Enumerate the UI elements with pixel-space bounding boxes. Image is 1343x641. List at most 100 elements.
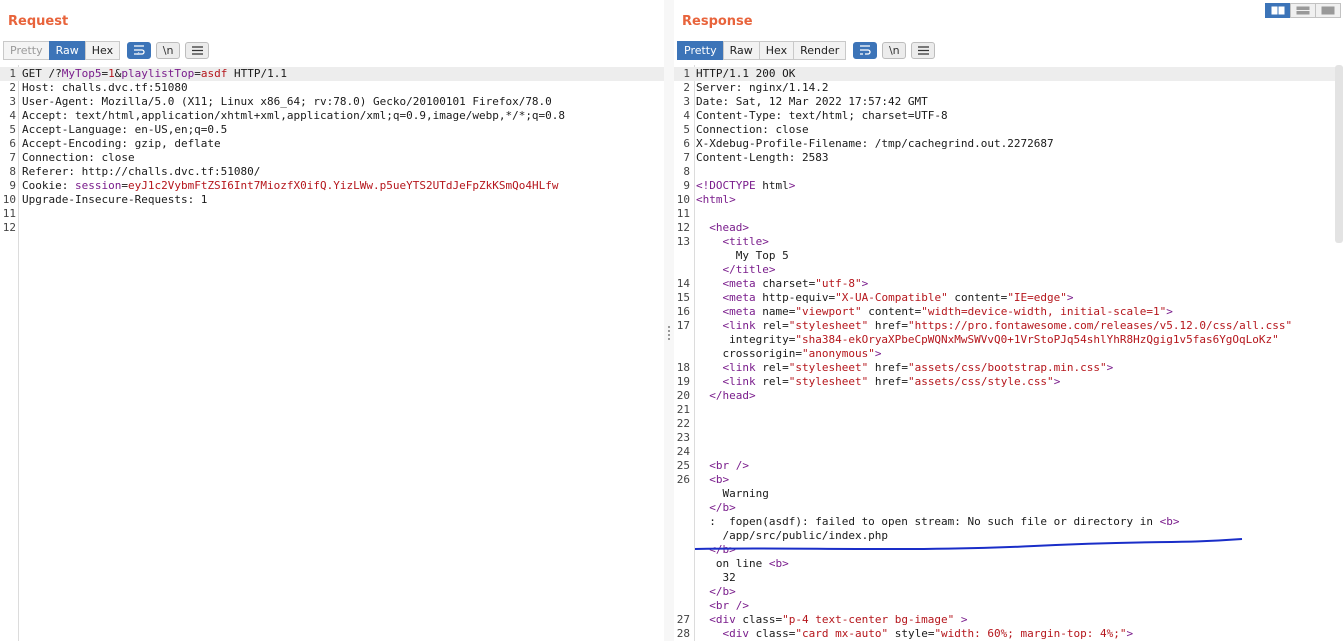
code-token: "p-4 text-center bg-image" xyxy=(782,613,955,626)
code-token: </b> xyxy=(709,543,736,556)
line-number: 13 xyxy=(676,235,690,248)
tabs-icon[interactable] xyxy=(1315,3,1341,18)
code-token: <br /> xyxy=(709,459,749,472)
code-token: html xyxy=(755,179,789,192)
code-token: href= xyxy=(868,361,908,374)
code-line: 9 <!DOCTYPE html> xyxy=(674,179,1343,193)
code-token: <!DOCTYPE xyxy=(696,179,756,192)
code-line: 15 <meta http-equiv="X-UA-Compatible" co… xyxy=(674,291,1343,305)
code-line: 22 xyxy=(674,417,1343,431)
code-token: /app/src/public/index.php xyxy=(696,529,889,542)
response-tab-render[interactable]: Render xyxy=(793,40,847,60)
code-line: 6 Accept-Encoding: gzip, deflate xyxy=(0,137,664,151)
line-number: 9 xyxy=(683,179,690,192)
code-line: 10 Upgrade-Insecure-Requests: 1 xyxy=(0,193,664,207)
code-token: Warning xyxy=(696,487,769,500)
code-token: http-equiv= xyxy=(755,291,836,304)
code-token: "utf-8" xyxy=(815,277,862,290)
newline-icon[interactable]: \n xyxy=(156,41,181,59)
request-editor[interactable]: 1 GET /?MyTop5=1&playlistTop=asdf HTTP/1.… xyxy=(0,65,664,641)
code-token: HTTP/1.1 200 OK xyxy=(696,67,796,80)
response-tab-pretty[interactable]: Pretty xyxy=(677,40,724,60)
code-token: <meta xyxy=(722,277,756,290)
pane-divider[interactable] xyxy=(664,0,674,641)
code-token: rel= xyxy=(755,319,789,332)
code-line: crossorigin="anonymous"> xyxy=(674,347,1343,361)
divider-grip-icon[interactable] xyxy=(668,326,670,342)
code-token: My Top 5 xyxy=(696,249,789,262)
line-number: 20 xyxy=(676,389,690,402)
code-line: 7 Connection: close xyxy=(0,151,664,165)
wrap-icon[interactable] xyxy=(853,41,878,59)
code-text: <!DOCTYPE html> xyxy=(696,179,795,193)
split-horizontal-icon[interactable] xyxy=(1265,3,1291,18)
code-text: Host: challs.dvc.tf:51080 xyxy=(22,81,188,95)
wrap-icon[interactable] xyxy=(127,41,152,59)
line-number: 19 xyxy=(676,375,690,388)
code-text: <meta charset="utf-8"> xyxy=(696,277,869,291)
line-number: 25 xyxy=(676,459,690,472)
code-line: </b> xyxy=(674,585,1343,599)
request-tab-raw[interactable]: Raw xyxy=(48,40,86,60)
code-token: > xyxy=(1166,305,1173,318)
code-text: <link rel="stylesheet" href="https://pro… xyxy=(696,319,1293,333)
response-scrollbar[interactable] xyxy=(1335,65,1343,243)
response-tab-raw[interactable]: Raw xyxy=(722,40,760,60)
code-token: : fopen(asdf): failed to open stream: No… xyxy=(696,515,1160,528)
line-number: 2 xyxy=(9,81,16,94)
code-text: Accept-Language: en-US,en;q=0.5 xyxy=(22,123,227,137)
code-line: 5 Connection: close xyxy=(674,123,1343,137)
code-token: eyJ1c2VybmFtZSI6Int7MiozfX0ifQ.YizLWw.p5… xyxy=(127,179,559,192)
code-text: User-Agent: Mozilla/5.0 (X11; Linux x86_… xyxy=(22,95,552,109)
menu-icon[interactable] xyxy=(185,41,210,59)
code-token: content= xyxy=(861,305,922,318)
code-token: Accept-Language: en-US,en;q=0.5 xyxy=(22,123,228,136)
request-tab-hex[interactable]: Hex xyxy=(84,40,121,60)
code-token: "stylesheet" xyxy=(788,319,869,332)
line-number: 3 xyxy=(683,95,690,108)
code-line: </title> xyxy=(674,263,1343,277)
code-token: <link xyxy=(722,319,756,332)
request-tab-pretty[interactable]: Pretty xyxy=(3,40,50,60)
newline-icon[interactable]: \n xyxy=(882,41,907,59)
code-token: > xyxy=(1066,291,1074,304)
code-token: content= xyxy=(947,291,1008,304)
line-number: 16 xyxy=(676,305,690,318)
code-line: 24 xyxy=(674,445,1343,459)
line-number: 1 xyxy=(683,67,690,80)
code-text: <link rel="stylesheet" href="assets/css/… xyxy=(696,375,1061,389)
code-line: 28 <div class="card mx-auto" style="widt… xyxy=(674,627,1343,641)
code-token: "X-UA-Compatible" xyxy=(835,291,948,304)
code-token: "sha384-ekOryaXPbeCpWQNxMwSWVvQ0+1VrStoP… xyxy=(795,333,1279,346)
code-line: 4 Accept: text/html,application/xhtml+xml… xyxy=(0,109,664,123)
code-text: </head> xyxy=(696,389,755,403)
line-number: 11 xyxy=(676,207,690,220)
menu-icon[interactable] xyxy=(911,41,936,59)
response-editor[interactable]: 1 HTTP/1.1 200 OK 2 Server: nginx/1.14.2 3 Da… xyxy=(674,65,1343,641)
code-text: <div class="p-4 text-center bg-image" > xyxy=(696,613,967,627)
code-token: = xyxy=(121,179,128,192)
code-token: playlistTop xyxy=(121,67,195,80)
code-token: <b> xyxy=(1159,515,1180,528)
code-token: "IE=edge" xyxy=(1007,291,1067,304)
code-token: > xyxy=(1126,627,1134,640)
response-tab-hex[interactable]: Hex xyxy=(758,40,795,60)
code-token: Upgrade-Insecure-Requests: 1 xyxy=(22,193,208,206)
line-number: 9 xyxy=(9,179,16,192)
line-number: 10 xyxy=(676,193,690,206)
code-line: : fopen(asdf): failed to open stream: No… xyxy=(674,515,1343,529)
code-text: Warning xyxy=(696,487,769,501)
code-line: 2 Host: challs.dvc.tf:51080 xyxy=(0,81,664,95)
code-line: 16 <meta name="viewport" content="width=… xyxy=(674,305,1343,319)
split-vertical-icon[interactable] xyxy=(1290,3,1316,18)
code-text: </b> xyxy=(696,543,736,557)
